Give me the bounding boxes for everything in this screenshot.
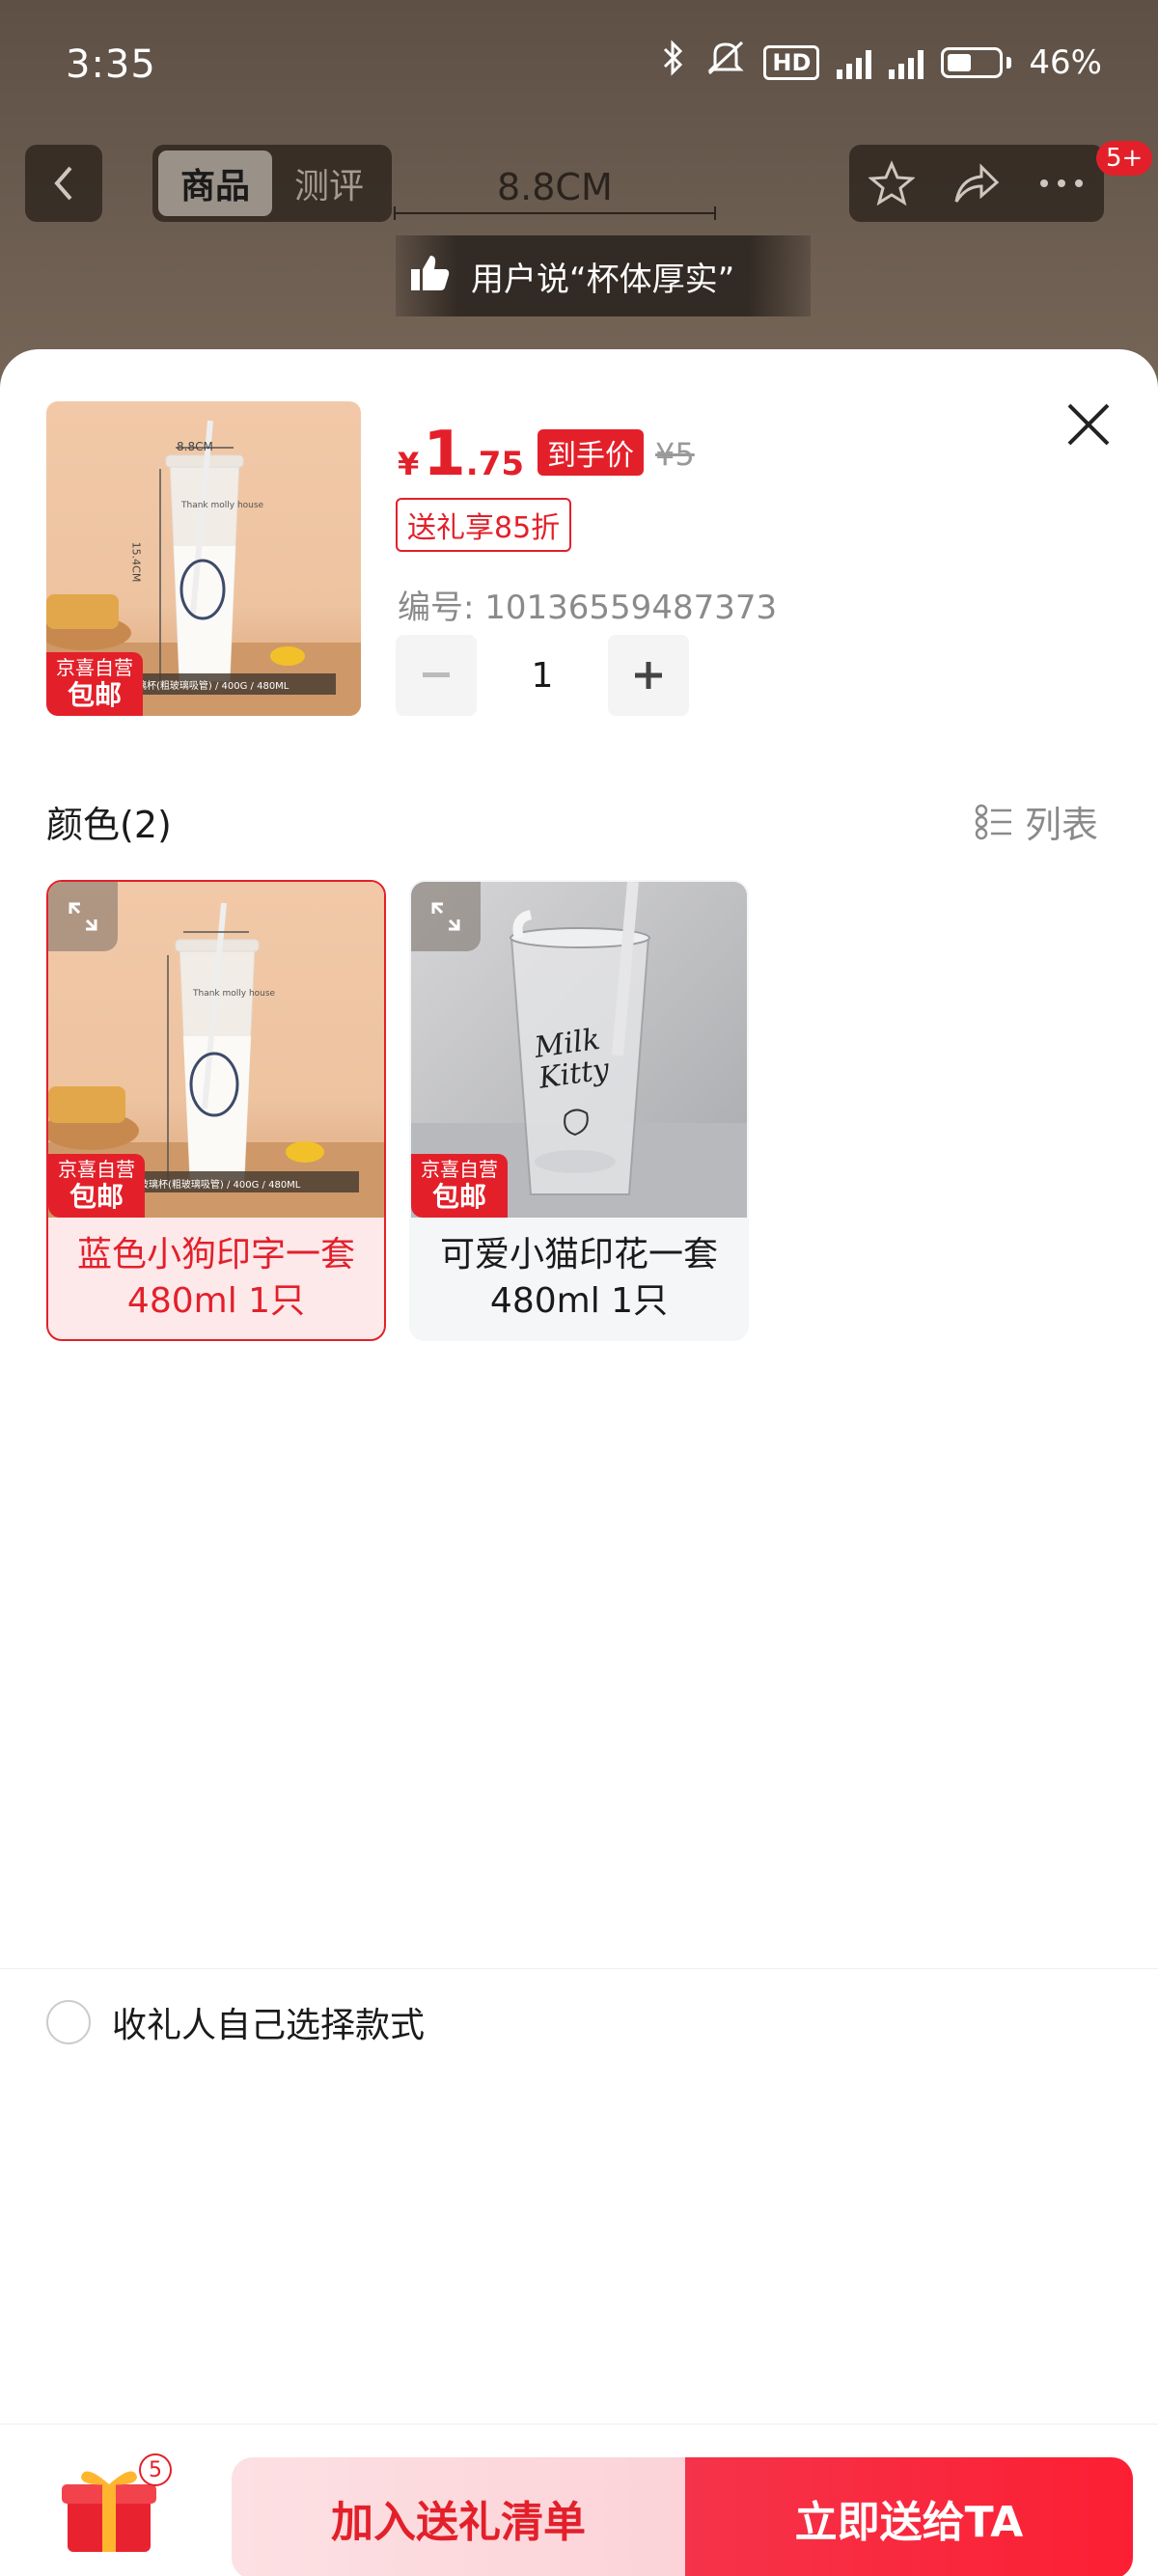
signal-icon-2 xyxy=(889,46,924,79)
dimension-top: 8.8CM xyxy=(177,440,213,453)
price-row: ¥ 1 .75 到手价 ¥5 xyxy=(398,419,695,490)
plus-icon xyxy=(635,662,662,689)
price-currency: ¥ xyxy=(398,446,420,482)
share-icon[interactable] xyxy=(952,161,1001,206)
recipient-choose-style-option[interactable]: 收礼人自己选择款式 xyxy=(0,1968,1158,2074)
variant-option[interactable]: Milk Kitty 京喜自营 包邮 可爱小猫印花一套 480ml 1只 xyxy=(409,880,749,1341)
nav-tabs: 商品 测评 xyxy=(152,145,392,222)
quantity-value[interactable]: 1 xyxy=(477,656,608,696)
jd-self-operated-badge: 京喜自营 包邮 xyxy=(46,652,143,716)
dimension-side: 15.4CM xyxy=(129,541,143,583)
hd-icon: HD xyxy=(763,44,820,80)
color-section-title: 颜色(2) xyxy=(46,804,172,846)
notification-badge: 5+ xyxy=(1096,141,1153,176)
product-thumbnail[interactable]: Thank molly house 8.8CM 15.4CM 玻璃杯(粗玻璃吸管… xyxy=(46,401,361,716)
variant-label: 可爱小猫印花一套 480ml 1只 xyxy=(439,1235,718,1321)
sku-sheet: Thank molly house 8.8CM 15.4CM 玻璃杯(粗玻璃吸管… xyxy=(0,349,1158,2576)
svg-text:Thank molly house: Thank molly house xyxy=(180,501,264,510)
minus-icon xyxy=(423,672,450,677)
variant-label: 蓝色小狗印字一套 480ml 1只 xyxy=(76,1235,355,1321)
increase-button[interactable] xyxy=(608,635,689,716)
nav-actions xyxy=(849,145,1104,222)
close-icon[interactable] xyxy=(1062,397,1116,452)
bottom-action-bar: 5 加入送礼清单 立即送给TA xyxy=(0,2424,1158,2576)
variant-image: Milk Kitty 京喜自营 包邮 xyxy=(411,882,747,1218)
expand-icon[interactable] xyxy=(48,882,118,951)
variant-image-caption: 玻璃杯(粗玻璃吸管) / 400G / 480ML xyxy=(139,1180,301,1191)
price-integer: 1 xyxy=(423,419,466,490)
thumbs-up-icon xyxy=(409,252,452,301)
product-background: 3:35 HD 46% 商品 测评 5+ 8.8CM 用户说“杯体厚实” xyxy=(0,0,1158,405)
tab-product[interactable]: 商品 xyxy=(158,151,272,216)
recipient-choose-label: 收礼人自己选择款式 xyxy=(112,2005,426,2045)
dimension-label: 8.8CM xyxy=(497,166,613,208)
price-decimal: .75 xyxy=(465,445,525,483)
gift-count-badge: 5 xyxy=(139,2453,172,2486)
status-bar: 3:35 HD 46% xyxy=(0,0,1158,130)
jd-self-operated-badge: 京喜自营 包邮 xyxy=(48,1154,145,1218)
variant-image: Thank molly house 玻璃杯(粗玻璃吸管) / 400G / 48… xyxy=(48,882,384,1218)
status-time: 3:35 xyxy=(66,42,156,87)
more-icon[interactable] xyxy=(1038,178,1085,189)
original-price: ¥5 xyxy=(655,436,695,473)
list-view-toggle[interactable]: 列表 xyxy=(975,795,1098,848)
final-price-tag: 到手价 xyxy=(538,429,645,476)
gift-discount-tag: 送礼享85折 xyxy=(396,498,572,552)
battery-level: 46% xyxy=(1029,42,1102,82)
back-button[interactable] xyxy=(25,145,102,222)
battery-icon xyxy=(941,46,1004,78)
chevron-left-icon xyxy=(54,166,72,201)
jd-self-operated-badge: 京喜自营 包邮 xyxy=(411,1154,508,1218)
send-gift-now-button[interactable]: 立即送给TA xyxy=(685,2457,1133,2576)
radio-button[interactable] xyxy=(46,1999,91,2044)
list-icon xyxy=(975,804,1011,839)
svg-text:Thank molly house: Thank molly house xyxy=(192,989,276,999)
quantity-stepper: 1 xyxy=(396,635,689,716)
tab-review[interactable]: 测评 xyxy=(272,151,386,216)
list-toggle-label: 列表 xyxy=(1025,804,1099,846)
status-icons: HD 46% xyxy=(659,39,1102,86)
dimension-line xyxy=(394,206,716,220)
star-icon[interactable] xyxy=(868,160,915,206)
review-banner: 用户说“杯体厚实” xyxy=(396,235,811,316)
color-variants: Thank molly house 玻璃杯(粗玻璃吸管) / 400G / 48… xyxy=(46,880,749,1341)
add-to-gift-list-button[interactable]: 加入送礼清单 xyxy=(232,2457,685,2576)
item-number: 编号: 10136559487373 xyxy=(398,589,778,627)
variant-option[interactable]: Thank molly house 玻璃杯(粗玻璃吸管) / 400G / 48… xyxy=(46,880,386,1341)
image-caption: 玻璃杯(粗玻璃吸管) / 400G / 480ML xyxy=(127,681,290,692)
decrease-button[interactable] xyxy=(396,635,477,716)
bluetooth-icon xyxy=(659,40,688,85)
signal-icon-1 xyxy=(837,46,872,79)
mute-icon xyxy=(705,39,746,86)
expand-icon[interactable] xyxy=(411,882,481,951)
review-text: 用户说“杯体厚实” xyxy=(471,260,735,299)
